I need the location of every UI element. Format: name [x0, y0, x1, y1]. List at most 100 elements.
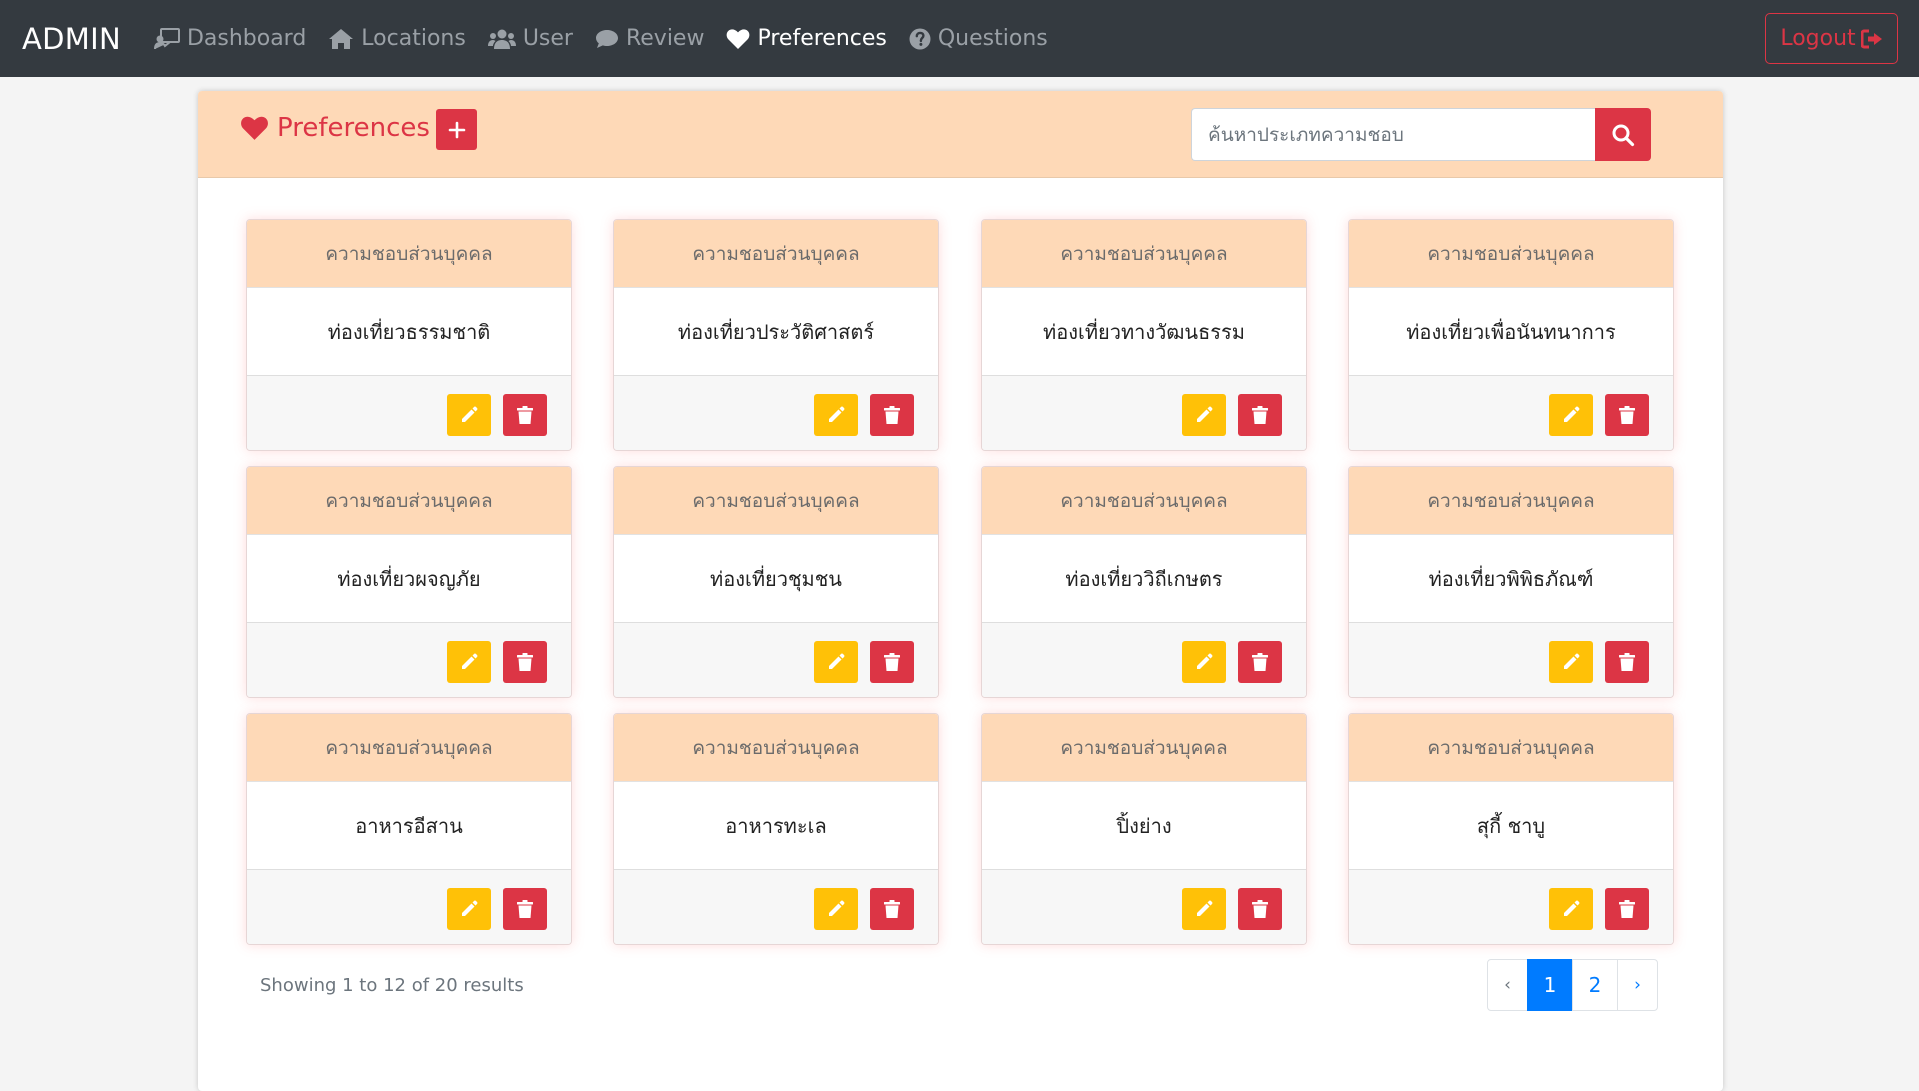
card-category: ความชอบส่วนบุคคล	[614, 714, 938, 782]
preference-card: ความชอบส่วนบุคคล ท่องเที่ยวเพื่อนันทนาการ	[1348, 219, 1674, 451]
edit-button[interactable]	[1182, 394, 1226, 436]
page-title: Preferences	[240, 113, 430, 143]
home-icon	[329, 28, 354, 49]
delete-button[interactable]	[1238, 394, 1282, 436]
trash-icon	[1252, 653, 1268, 671]
edit-button[interactable]	[1182, 641, 1226, 683]
trash-icon	[1252, 900, 1268, 918]
preference-card: ความชอบส่วนบุคคล สุกี้ ชาบู	[1348, 713, 1674, 945]
card-actions	[1349, 870, 1673, 944]
delete-button[interactable]	[870, 641, 914, 683]
nav-preferences[interactable]: Preferences	[726, 26, 887, 51]
preference-card: ความชอบส่วนบุคคล ท่องเที่ยวพิพิธภัณฑ์	[1348, 466, 1674, 698]
card-category: ความชอบส่วนบุคคล	[982, 220, 1306, 288]
comment-icon	[595, 29, 618, 48]
preferences-panel: Preferences ความชอบส่วนบุคคลท่องเที่ยวธร…	[198, 91, 1723, 1091]
nav-locations-label: Locations	[361, 26, 466, 51]
nav-dashboard-label: Dashboard	[186, 26, 307, 51]
delete-button[interactable]	[870, 394, 914, 436]
edit-button[interactable]	[1182, 888, 1226, 930]
edit-button[interactable]	[1549, 888, 1593, 930]
add-preference-button[interactable]	[436, 109, 477, 150]
preference-card: ความชอบส่วนบุคคล อาหารอีสาน	[246, 713, 572, 945]
card-category: ความชอบส่วนบุคคล	[1349, 714, 1673, 782]
delete-button[interactable]	[503, 394, 547, 436]
delete-button[interactable]	[870, 888, 914, 930]
card-actions	[247, 376, 571, 450]
delete-button[interactable]	[1238, 888, 1282, 930]
search-button[interactable]	[1595, 108, 1651, 161]
delete-button[interactable]	[503, 888, 547, 930]
delete-button[interactable]	[1238, 641, 1282, 683]
card-preference-name: ท่องเที่ยวธรรมชาติ	[247, 288, 571, 376]
trash-icon	[884, 406, 900, 424]
nav-review[interactable]: Review	[595, 26, 705, 51]
edit-button[interactable]	[1549, 641, 1593, 683]
card-preference-name: ท่องเที่ยวผจญภัย	[247, 535, 571, 623]
edit-button[interactable]	[814, 888, 858, 930]
nav-questions-label: Questions	[937, 26, 1048, 51]
panel-header: Preferences	[198, 91, 1723, 178]
heart-icon	[727, 28, 750, 49]
pagination-prev[interactable]: ‹	[1487, 959, 1528, 1011]
edit-button[interactable]	[814, 394, 858, 436]
delete-button[interactable]	[1605, 888, 1649, 930]
card-category: ความชอบส่วนบุคคล	[247, 714, 571, 782]
pencil-icon	[829, 406, 845, 422]
pencil-icon	[1197, 406, 1213, 422]
card-preference-name: ท่องเที่ยวประวัติศาสตร์	[614, 288, 938, 376]
search-input[interactable]	[1191, 108, 1596, 161]
pagination: ‹ 1 2 ›	[1487, 959, 1658, 1011]
card-preference-name: อาหารทะเล	[614, 782, 938, 870]
edit-button[interactable]	[447, 641, 491, 683]
preference-card: ความชอบส่วนบุคคล ปิ้งย่าง	[981, 713, 1307, 945]
card-category: ความชอบส่วนบุคคล	[614, 220, 938, 288]
nav-review-label: Review	[625, 26, 705, 51]
card-actions	[982, 870, 1306, 944]
pencil-icon	[462, 406, 478, 422]
nav-dashboard[interactable]: Dashboard	[153, 26, 307, 51]
card-actions	[1349, 623, 1673, 697]
card-category: ความชอบส่วนบุคคล	[247, 467, 571, 535]
card-actions	[982, 623, 1306, 697]
logout-button[interactable]: Logout	[1765, 13, 1898, 64]
logout-label: Logout	[1780, 26, 1856, 51]
card-actions	[1349, 376, 1673, 450]
delete-button[interactable]	[1605, 641, 1649, 683]
card-category: ความชอบส่วนบุคคล	[1349, 220, 1673, 288]
pencil-icon	[1197, 900, 1213, 916]
trash-icon	[884, 653, 900, 671]
question-circle-icon	[909, 28, 931, 49]
card-actions	[247, 870, 571, 944]
brand-logo[interactable]: ADMIN	[22, 22, 121, 56]
trash-icon	[517, 900, 533, 918]
pencil-icon	[1197, 653, 1213, 669]
card-preference-name: ท่องเที่ยวพิพิธภัณฑ์	[1349, 535, 1673, 623]
edit-button[interactable]	[447, 888, 491, 930]
card-preference-name: สุกี้ ชาบู	[1349, 782, 1673, 870]
delete-button[interactable]	[1605, 394, 1649, 436]
delete-button[interactable]	[503, 641, 547, 683]
pagination-next[interactable]: ›	[1617, 959, 1658, 1011]
trash-icon	[1619, 406, 1635, 424]
card-preference-name: ปิ้งย่าง	[982, 782, 1306, 870]
nav-questions[interactable]: Questions	[909, 26, 1048, 51]
edit-button[interactable]	[814, 641, 858, 683]
nav-preferences-label: Preferences	[757, 26, 887, 51]
card-preference-name: ท่องเที่ยวเพื่อนันทนาการ	[1349, 288, 1673, 376]
card-category: ความชอบส่วนบุคคล	[614, 467, 938, 535]
pagination-page-2[interactable]: 2	[1572, 959, 1618, 1011]
users-icon	[487, 29, 516, 49]
nav-user-label: User	[522, 26, 573, 51]
nav-user[interactable]: User	[487, 26, 573, 51]
edit-button[interactable]	[447, 394, 491, 436]
pagination-page-1[interactable]: 1	[1527, 959, 1573, 1011]
nav-locations[interactable]: Locations	[328, 26, 466, 51]
preference-card: ความชอบส่วนบุคคล ท่องเที่ยวทางวัฒนธรรม	[981, 219, 1307, 451]
pencil-icon	[1564, 406, 1580, 422]
chalkboard-teacher-icon	[153, 27, 180, 49]
card-preference-name: อาหารอีสาน	[247, 782, 571, 870]
card-actions	[614, 623, 938, 697]
edit-button[interactable]	[1549, 394, 1593, 436]
results-summary: Showing 1 to 12 of 20 results	[260, 975, 524, 996]
